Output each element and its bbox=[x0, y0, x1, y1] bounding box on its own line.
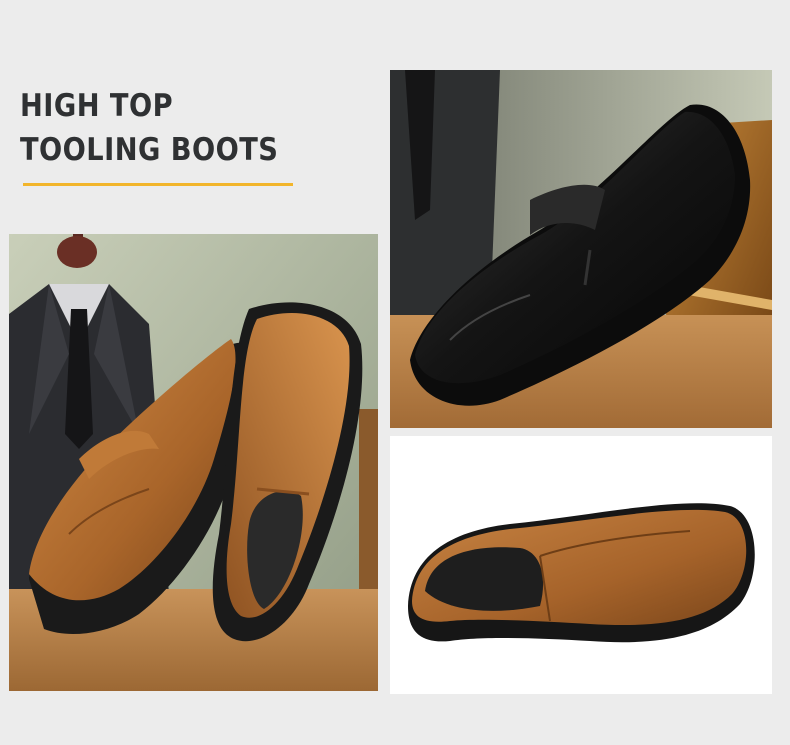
brown-shoe-single-photo bbox=[390, 436, 772, 694]
headline-underline bbox=[23, 183, 293, 186]
black-shoe-photo bbox=[390, 70, 772, 428]
headline: HIGH TOP TOOLING BOOTS bbox=[20, 84, 278, 172]
headline-line-1: HIGH TOP bbox=[20, 88, 174, 124]
product-detail-page: HIGH TOP TOOLING BOOTS bbox=[0, 0, 790, 745]
headline-line-2: TOOLING BOOTS bbox=[20, 132, 279, 168]
brown-shoe-pair-photo bbox=[9, 234, 378, 691]
